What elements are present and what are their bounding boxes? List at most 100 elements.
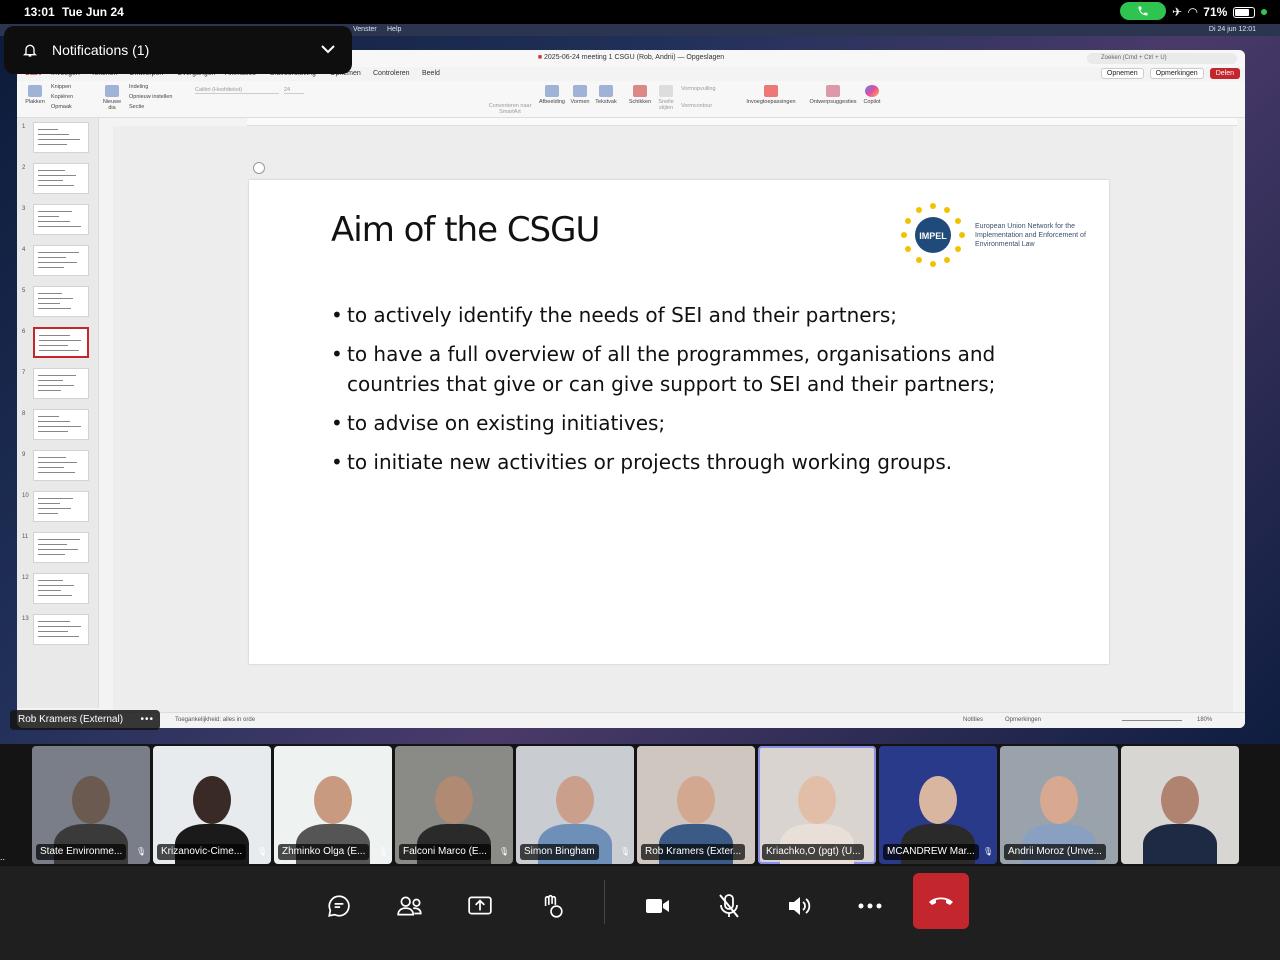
- video-camera-icon: [646, 899, 669, 913]
- react-button[interactable]: [523, 878, 579, 934]
- thumbnail-text-line: [38, 621, 70, 622]
- slide-thumbnail[interactable]: [33, 409, 89, 440]
- thumbnail-text-line: [38, 513, 58, 514]
- thumbnail-text-line: [38, 211, 72, 212]
- notifications-banner[interactable]: Notifications (1): [4, 26, 352, 74]
- participant-tile[interactable]: Krizanovic-Cime... 🎙: [153, 746, 271, 864]
- participant-video-face: [1161, 776, 1199, 824]
- tab-beeld[interactable]: Beeld: [422, 70, 440, 77]
- mute-button[interactable]: [701, 878, 757, 934]
- designer-button[interactable]: Ontwerpsuggesties: [807, 85, 859, 105]
- zoom-slider[interactable]: [1122, 720, 1182, 721]
- shape-fill-button[interactable]: Vormopvulling: [681, 86, 716, 92]
- participant-video-face: [919, 776, 957, 824]
- document-title: 2025-06-24 meeting 1 CSGU (Rob, Andrii) …: [544, 54, 725, 61]
- comments-button[interactable]: Opmerkingen: [1149, 68, 1204, 79]
- share-button[interactable]: Delen: [1209, 68, 1240, 79]
- camera-indicator-icon: [1261, 9, 1268, 15]
- picture-button[interactable]: Afbeelding: [537, 85, 567, 105]
- notes-button[interactable]: Notities: [963, 717, 983, 723]
- thumbnail-text-line: [38, 426, 81, 427]
- font-size-select[interactable]: 24: [284, 87, 304, 94]
- participant-tile[interactable]: Kriachko,O (pgt) (U...: [758, 746, 876, 864]
- comments-status-button[interactable]: Opmerkingen: [1005, 717, 1041, 723]
- thumbnail-text-line: [38, 180, 63, 181]
- copy-button[interactable]: Kopiëren: [51, 94, 73, 100]
- shape-outline-button[interactable]: Vormcontour: [681, 103, 712, 109]
- slide-thumbnail[interactable]: [33, 368, 89, 399]
- participant-tile[interactable]: [1121, 746, 1239, 864]
- participant-tile[interactable]: Andrii Moroz (Unve...: [1000, 746, 1118, 864]
- zoom-level[interactable]: 180%: [1197, 717, 1212, 723]
- arrange-button[interactable]: Schikken: [627, 85, 653, 105]
- thumbnail-text-line: [38, 252, 79, 253]
- speaker-button[interactable]: [771, 878, 827, 934]
- thumbnail-text-line: [38, 216, 59, 217]
- accessibility-status[interactable]: Toegankelijkheid: alles in orde: [175, 717, 255, 723]
- slide-thumbnail[interactable]: [33, 204, 89, 235]
- slide-number: 7: [22, 370, 26, 376]
- slide-thumbnail[interactable]: [33, 327, 89, 358]
- format-painter-button[interactable]: Opmaak: [51, 104, 72, 110]
- layout-button[interactable]: Indeling: [129, 84, 148, 90]
- battery-icon: [1233, 6, 1256, 18]
- participant-name: Andrii Moroz (Unve...: [1004, 844, 1106, 860]
- thumbnail-text-line: [39, 335, 70, 336]
- thumbnail-text-line: [39, 340, 81, 341]
- raise-hand-icon: [544, 894, 563, 918]
- tab-controleren[interactable]: Controleren: [373, 70, 410, 77]
- leave-call-button[interactable]: [913, 873, 969, 929]
- teams-meeting-screen: 13:01 Tue Jun 24 ✈ ◠ 71% Venster Help Di…: [0, 0, 1280, 960]
- slide-thumbnail[interactable]: [33, 491, 89, 522]
- participant-tile[interactable]: Rob Kramers (Exter...: [637, 746, 755, 864]
- participant-tile[interactable]: Falconi Marco (E... 🎙: [395, 746, 513, 864]
- font-name-select[interactable]: Calibri (Hoofdtekst): [195, 87, 279, 94]
- participant-tile[interactable]: Simon Bingham 🎙: [516, 746, 634, 864]
- participant-tile[interactable]: Zhminko Olga (E... 🎙: [274, 746, 392, 864]
- section-button[interactable]: Sectie: [129, 104, 144, 110]
- cut-button[interactable]: Knippen: [51, 84, 71, 90]
- slide-thumbnail[interactable]: [33, 532, 89, 563]
- call-controls: [0, 866, 1280, 960]
- thumbnail-text-line: [38, 303, 60, 304]
- addins-button[interactable]: Invoegtoepassingen: [743, 85, 799, 105]
- textbox-button[interactable]: Tekstvak: [593, 85, 619, 105]
- mic-muted-icon: 🎙: [983, 847, 994, 856]
- participant-name: Krizanovic-Cime...: [157, 844, 247, 860]
- chat-button[interactable]: [311, 878, 367, 934]
- convert-smartart-button[interactable]: Converteren naar SmartArt: [487, 103, 533, 115]
- quick-styles-button[interactable]: Snelle stijlen: [655, 85, 677, 111]
- chevron-down-icon[interactable]: [320, 43, 336, 55]
- slide-thumbnail[interactable]: [33, 286, 89, 317]
- slide-thumbnail[interactable]: [33, 573, 89, 604]
- participant-tile[interactable]: State Environme... 🎙: [32, 746, 150, 864]
- share-screen-button[interactable]: [452, 878, 508, 934]
- camera-button[interactable]: [630, 878, 686, 934]
- slide-thumbnail[interactable]: [33, 163, 89, 194]
- more-options-icon[interactable]: •••: [140, 710, 154, 730]
- slide-thumbnail[interactable]: [33, 245, 89, 276]
- record-button[interactable]: Opnemen: [1100, 68, 1144, 79]
- slide-number: 8: [22, 411, 26, 417]
- slide-thumbnail[interactable]: [33, 450, 89, 481]
- participant-tile[interactable]: MCANDREW Mar... 🎙: [879, 746, 997, 864]
- participant-name: MCANDREW Mar...: [883, 844, 979, 860]
- participant-video-body: [1143, 824, 1217, 864]
- more-button[interactable]: [842, 878, 898, 934]
- thumbnail-text-line: [39, 350, 79, 351]
- slide-thumbnail[interactable]: [33, 122, 89, 153]
- shapes-button[interactable]: Vormen: [568, 85, 592, 105]
- thumbnail-text-line: [38, 293, 62, 294]
- reset-button[interactable]: Opnieuw instellen: [129, 94, 172, 100]
- paste-button[interactable]: Plakken: [23, 85, 47, 105]
- current-slide[interactable]: Aim of the CSGU IMPEL European Union Net…: [249, 180, 1109, 664]
- active-call-pill[interactable]: [1120, 2, 1166, 20]
- ppt-search-input[interactable]: Zoeken (Cmd + Ctrl + U): [1087, 53, 1237, 64]
- new-slide-button[interactable]: Nieuwe dia: [99, 85, 125, 111]
- people-button[interactable]: [382, 878, 438, 934]
- thumbnail-text-line: [38, 554, 65, 555]
- menu-venster: Venster: [353, 26, 377, 33]
- copilot-slide-icon[interactable]: [253, 162, 265, 174]
- copilot-button[interactable]: Copilot: [860, 85, 884, 105]
- slide-thumbnail[interactable]: [33, 614, 89, 645]
